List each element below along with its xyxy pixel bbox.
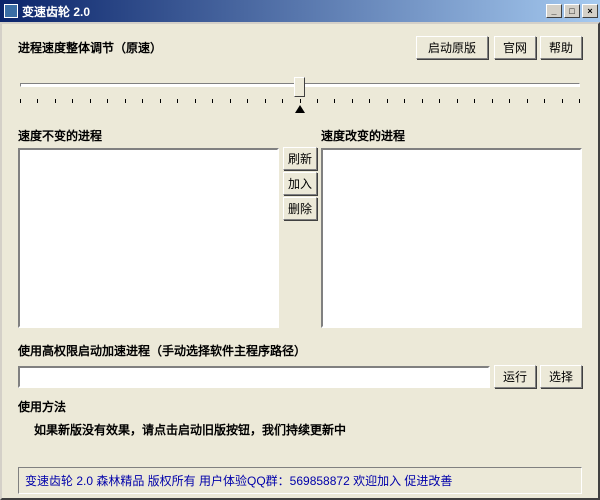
minimize-button[interactable]: _ (546, 4, 562, 18)
slider-label: 进程速度整体调节（原速） (18, 39, 162, 56)
launch-original-button[interactable]: 启动原版 (416, 36, 488, 59)
program-path-input[interactable] (18, 366, 490, 388)
maximize-button[interactable]: □ (564, 4, 580, 18)
official-site-button[interactable]: 官网 (494, 36, 536, 59)
usage-title: 使用方法 (18, 398, 582, 415)
add-button[interactable]: 加入 (283, 172, 317, 195)
refresh-button[interactable]: 刷新 (283, 147, 317, 170)
unchanged-list-label: 速度不变的进程 (18, 127, 279, 144)
slider-thumb[interactable] (294, 77, 305, 97)
unchanged-process-list[interactable] (18, 148, 279, 328)
path-section-label: 使用高权限启动加速进程（手动选择软件主程序路径） (18, 342, 582, 359)
changed-process-list[interactable] (321, 148, 582, 328)
status-footer: 变速齿轮 2.0 森林精品 版权所有 用户体验QQ群：569858872 欢迎加… (18, 467, 582, 494)
usage-body: 如果新版没有效果，请点击启动旧版按钮，我们持续更新中 (18, 421, 582, 438)
window-title: 变速齿轮 2.0 (22, 3, 546, 20)
run-button[interactable]: 运行 (494, 365, 536, 388)
titlebar: 变速齿轮 2.0 _ □ × (0, 0, 600, 22)
changed-list-label: 速度改变的进程 (321, 127, 582, 144)
select-button[interactable]: 选择 (540, 365, 582, 388)
help-button[interactable]: 帮助 (540, 36, 582, 59)
close-button[interactable]: × (582, 4, 598, 18)
remove-button[interactable]: 删除 (283, 197, 317, 220)
center-marker-icon (295, 105, 305, 113)
client-area: 进程速度整体调节（原速） 启动原版 官网 帮助 速度不变的进程 刷新 加入 删除… (0, 22, 600, 500)
speed-slider[interactable] (20, 75, 580, 105)
app-icon (4, 4, 18, 18)
slider-ticks (20, 99, 580, 103)
